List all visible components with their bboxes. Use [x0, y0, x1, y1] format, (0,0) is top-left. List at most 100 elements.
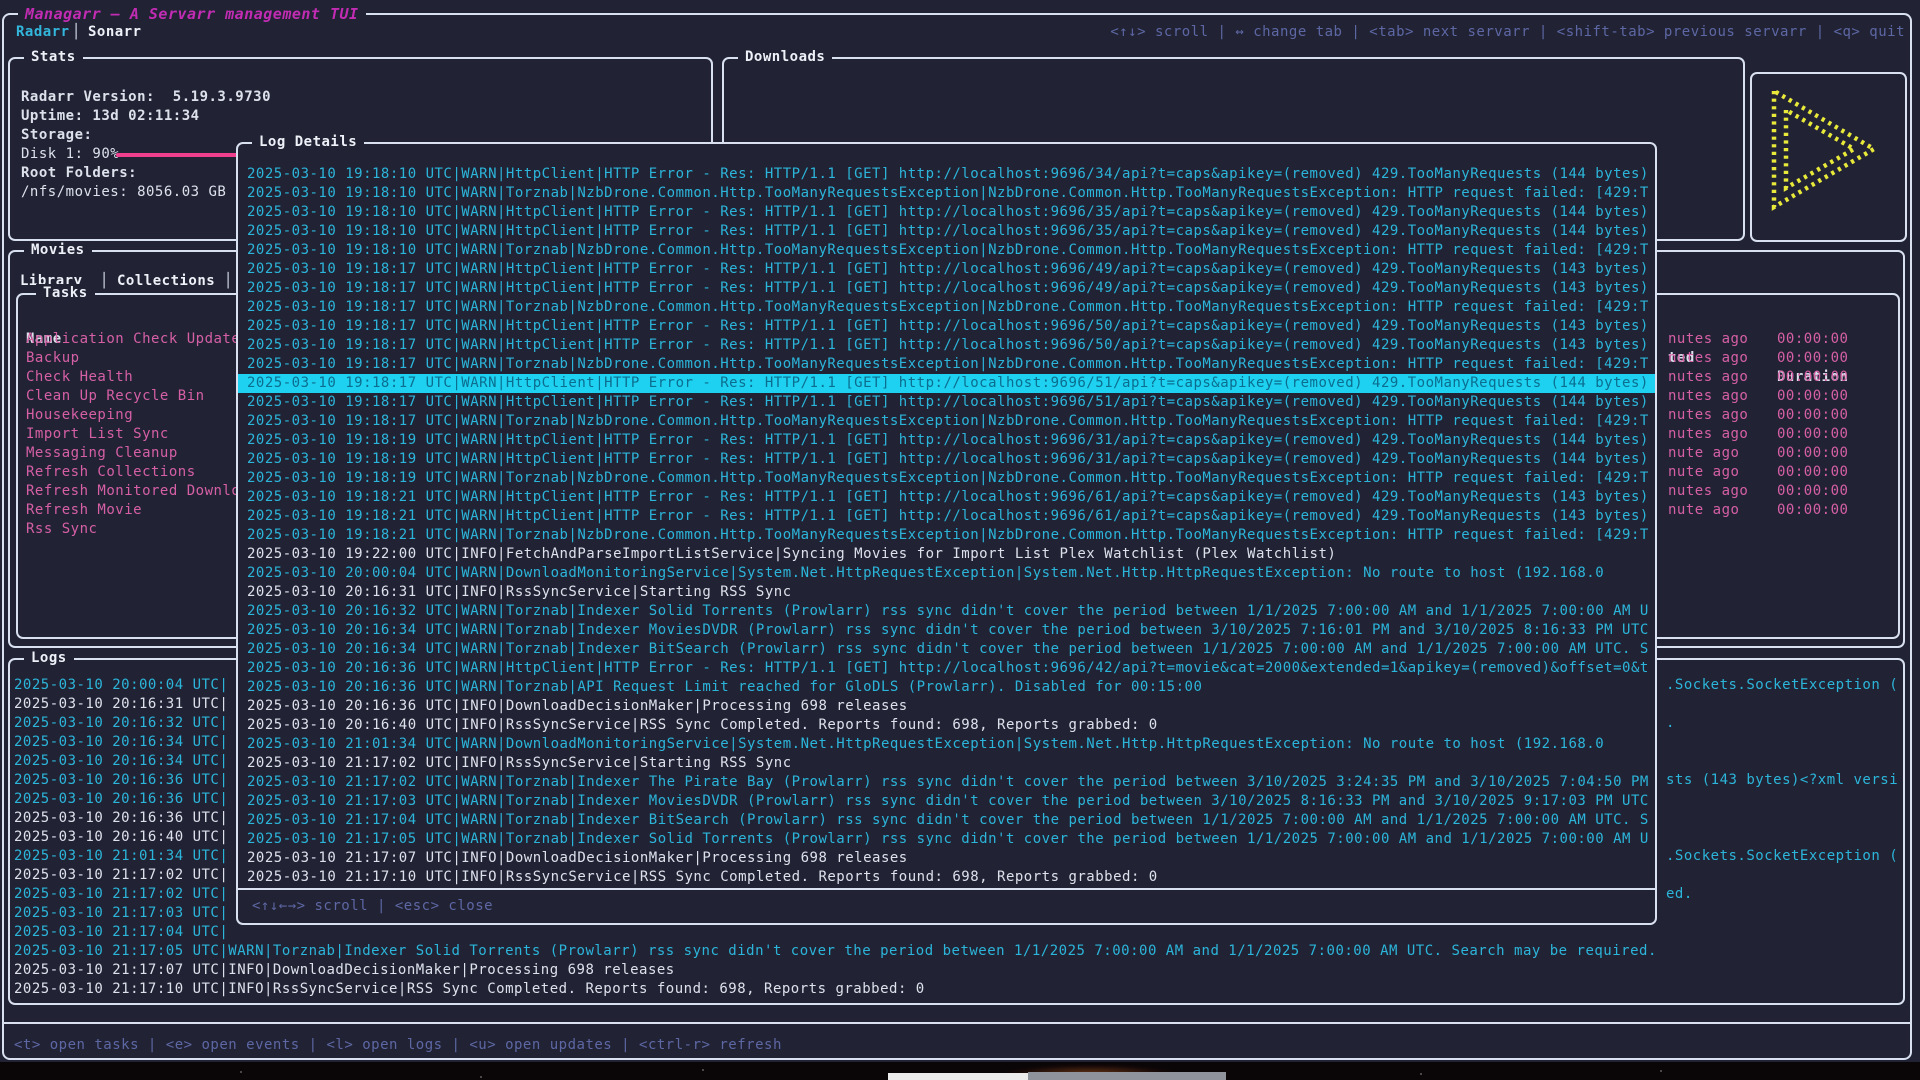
log-detail-line[interactable]: 2025-03-10 20:16:32 UTC|WARN|Torznab|Ind… [238, 602, 1655, 621]
log-detail-line[interactable]: 2025-03-10 20:16:36 UTC|INFO|DownloadDec… [238, 697, 1655, 716]
log-detail-line[interactable]: 2025-03-10 19:18:21 UTC|WARN|Torznab|Nzb… [238, 526, 1655, 545]
log-row-overflow-fragment: .Sockets.SocketException ( [1666, 847, 1898, 866]
app-title: Managarr — A Servarr management TUI [18, 5, 366, 23]
log-details-lines: 2025-03-10 19:18:10 UTC|WARN|HttpClient|… [238, 144, 1655, 923]
log-detail-line[interactable]: 2025-03-10 20:16:34 UTC|WARN|Torznab|Ind… [238, 640, 1655, 659]
task-duration: 00:00:00 [1777, 330, 1848, 349]
log-detail-line[interactable]: 2025-03-10 21:17:10 UTC|INFO|RssSyncServ… [238, 868, 1655, 887]
task-executed: nutes ago [1668, 406, 1748, 425]
movies-panel-title: Movies [24, 241, 92, 260]
log-detail-line[interactable]: 2025-03-10 21:17:07 UTC|INFO|DownloadDec… [238, 849, 1655, 868]
task-executed: nutes ago [1668, 330, 1748, 349]
log-row: 2025-03-10 20:16:36 UTC| [14, 771, 228, 790]
task-name: Clean Up Recycle Bin [26, 387, 205, 406]
task-name: Application Check Update [26, 330, 240, 349]
task-executed: nutes ago [1668, 368, 1748, 387]
log-row-overflow-fragment: ed. [1666, 885, 1693, 904]
log-detail-line[interactable]: 2025-03-10 19:18:17 UTC|WARN|HttpClient|… [238, 279, 1655, 298]
stats-line: Disk 1: 90% [21, 145, 119, 164]
log-detail-line[interactable]: 2025-03-10 19:18:17 UTC|WARN|HttpClient|… [238, 393, 1655, 412]
log-detail-line[interactable]: 2025-03-10 19:18:17 UTC|WARN|Torznab|Nzb… [238, 355, 1655, 374]
task-name: Import List Sync [26, 425, 169, 444]
tab-radarr[interactable]: Radarr [16, 23, 70, 42]
log-detail-line[interactable]: 2025-03-10 20:16:40 UTC|INFO|RssSyncServ… [238, 716, 1655, 735]
task-name: Refresh Collections [26, 463, 196, 482]
log-detail-line[interactable]: 2025-03-10 19:18:19 UTC|WARN|Torznab|Nzb… [238, 469, 1655, 488]
log-row: 2025-03-10 20:16:34 UTC| [14, 733, 228, 752]
stats-line: Root Folders: [21, 164, 137, 183]
log-detail-line[interactable]: 2025-03-10 20:16:36 UTC|WARN|Torznab|API… [238, 678, 1655, 697]
task-executed: nute ago [1668, 444, 1739, 463]
bottom-bar: <t> open tasks | <e> open events | <l> o… [2, 1022, 1912, 1060]
modal-footer-hints: <↑↓←→> scroll | <esc> close [252, 897, 493, 916]
stats-line: /nfs/movies: 8056.03 GB f [21, 183, 244, 202]
log-row-overflow-fragment: . [1666, 714, 1675, 733]
log-detail-line[interactable]: 2025-03-10 20:16:31 UTC|INFO|RssSyncServ… [238, 583, 1655, 602]
log-detail-line-selected[interactable]: 2025-03-10 19:18:17 UTC|WARN|HttpClient|… [238, 374, 1655, 393]
task-name: Check Health [26, 368, 133, 387]
task-duration: 00:00:00 [1777, 368, 1848, 387]
movies-tab-divider-2: │ [224, 272, 233, 291]
bottom-white-strip [888, 1073, 1028, 1080]
log-detail-line[interactable]: 2025-03-10 20:16:36 UTC|WARN|HttpClient|… [238, 659, 1655, 678]
log-row: 2025-03-10 20:16:36 UTC| [14, 790, 228, 809]
log-detail-line[interactable]: 2025-03-10 19:18:10 UTC|WARN|Torznab|Nzb… [238, 184, 1655, 203]
task-duration: 00:00:00 [1777, 349, 1848, 368]
log-detail-line[interactable]: 2025-03-10 19:18:10 UTC|WARN|HttpClient|… [238, 222, 1655, 241]
downloads-panel-title: Downloads [738, 48, 832, 67]
log-row: 2025-03-10 21:17:03 UTC| [14, 904, 228, 923]
log-detail-line[interactable]: 2025-03-10 21:01:34 UTC|WARN|DownloadMon… [238, 735, 1655, 754]
log-detail-line[interactable]: 2025-03-10 19:18:19 UTC|WARN|HttpClient|… [238, 431, 1655, 450]
task-duration: 00:00:00 [1777, 387, 1848, 406]
log-detail-line[interactable]: 2025-03-10 19:18:17 UTC|WARN|Torznab|Nzb… [238, 298, 1655, 317]
task-name: Housekeeping [26, 406, 133, 425]
log-detail-line[interactable]: 2025-03-10 20:00:04 UTC|WARN|DownloadMon… [238, 564, 1655, 583]
task-name: Backup [26, 349, 80, 368]
log-detail-line[interactable]: 2025-03-10 21:17:03 UTC|WARN|Torznab|Ind… [238, 792, 1655, 811]
log-detail-line[interactable]: 2025-03-10 21:17:02 UTC|INFO|RssSyncServ… [238, 754, 1655, 773]
task-name: Refresh Movie [26, 501, 142, 520]
log-detail-line[interactable]: 2025-03-10 21:17:02 UTC|WARN|Torznab|Ind… [238, 773, 1655, 792]
task-duration: 00:00:00 [1777, 501, 1848, 520]
task-name: Rss Sync [26, 520, 97, 539]
log-detail-line[interactable]: 2025-03-10 19:18:19 UTC|WARN|HttpClient|… [238, 450, 1655, 469]
log-detail-line[interactable]: 2025-03-10 19:18:17 UTC|WARN|HttpClient|… [238, 336, 1655, 355]
tab-sonarr[interactable]: Sonarr [88, 23, 142, 42]
task-name: Refresh Monitored Downlo [26, 482, 240, 501]
tab-collections[interactable]: Collections [117, 272, 215, 291]
stats-line: Uptime: 13d 02:11:34 [21, 107, 200, 126]
log-detail-line[interactable]: 2025-03-10 21:17:05 UTC|WARN|Torznab|Ind… [238, 830, 1655, 849]
log-row: 2025-03-10 21:17:10 UTC|INFO|RssSyncServ… [14, 980, 925, 999]
log-detail-line[interactable]: 2025-03-10 19:18:21 UTC|WARN|HttpClient|… [238, 488, 1655, 507]
log-detail-line[interactable]: 2025-03-10 19:18:17 UTC|WARN|Torznab|Nzb… [238, 412, 1655, 431]
log-row: 2025-03-10 20:16:31 UTC| [14, 695, 228, 714]
log-row: 2025-03-10 20:00:04 UTC| [14, 676, 228, 695]
task-executed: nute ago [1668, 501, 1739, 520]
log-row: 2025-03-10 20:16:32 UTC| [14, 714, 228, 733]
log-detail-line[interactable]: 2025-03-10 19:18:10 UTC|WARN|Torznab|Nzb… [238, 241, 1655, 260]
log-row: 2025-03-10 21:17:07 UTC|INFO|DownloadDec… [14, 961, 675, 980]
log-detail-line[interactable]: 2025-03-10 19:22:00 UTC|INFO|FetchAndPar… [238, 545, 1655, 564]
task-executed: nute ago [1668, 463, 1739, 482]
task-duration: 00:00:00 [1777, 482, 1848, 501]
log-detail-line[interactable]: 2025-03-10 21:17:04 UTC|WARN|Torznab|Ind… [238, 811, 1655, 830]
log-row: 2025-03-10 20:16:40 UTC| [14, 828, 228, 847]
task-executed: nutes ago [1668, 387, 1748, 406]
log-detail-line[interactable]: 2025-03-10 19:18:17 UTC|WARN|HttpClient|… [238, 317, 1655, 336]
log-detail-line[interactable]: 2025-03-10 19:18:10 UTC|WARN|HttpClient|… [238, 203, 1655, 222]
bottom-gray-strip [1028, 1072, 1226, 1080]
log-detail-line[interactable]: 2025-03-10 19:18:17 UTC|WARN|HttpClient|… [238, 260, 1655, 279]
log-detail-line[interactable]: 2025-03-10 19:18:21 UTC|WARN|HttpClient|… [238, 507, 1655, 526]
top-keybind-hints: <↑↓> scroll | ↔ change tab | <tab> next … [1110, 23, 1905, 42]
bottom-keybind-hints: <t> open tasks | <e> open events | <l> o… [14, 1036, 782, 1055]
log-detail-line[interactable]: 2025-03-10 20:16:34 UTC|WARN|Torznab|Ind… [238, 621, 1655, 640]
task-duration: 00:00:00 [1777, 463, 1848, 482]
tab-divider: │ [72, 23, 81, 42]
log-row-overflow-fragment: sts (143 bytes)<?xml versi [1666, 771, 1898, 790]
log-row: 2025-03-10 21:17:02 UTC| [14, 866, 228, 885]
stats-line: Radarr Version: 5.19.3.9730 [21, 88, 271, 107]
log-detail-line[interactable]: 2025-03-10 19:18:10 UTC|WARN|HttpClient|… [238, 165, 1655, 184]
modal-footer-divider [236, 888, 1657, 890]
task-executed: nutes ago [1668, 482, 1748, 501]
log-row: 2025-03-10 21:17:04 UTC| [14, 923, 228, 942]
